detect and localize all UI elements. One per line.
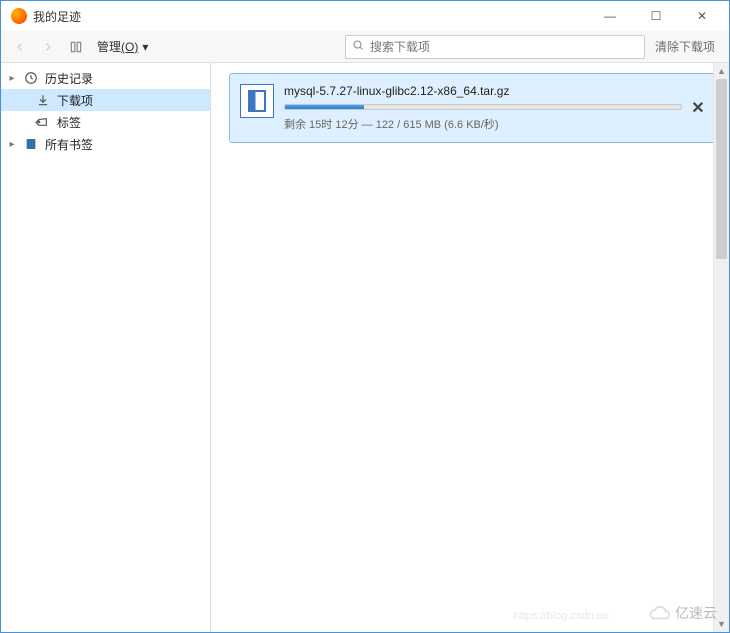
toolbar: 管理(O) ▾ 清除下载项	[1, 31, 729, 63]
chevron-down-icon: ▾	[142, 40, 148, 54]
back-button[interactable]	[7, 34, 33, 60]
clear-downloads-button[interactable]: 清除下载项	[647, 38, 723, 55]
vertical-scrollbar[interactable]: ▲ ▼	[713, 63, 729, 632]
arrow-right-icon	[41, 40, 55, 54]
clock-icon	[23, 70, 39, 86]
window-controls: — ☐ ✕	[587, 1, 725, 31]
search-icon	[352, 39, 364, 54]
sidebar-item-tags[interactable]: 标签	[1, 111, 210, 133]
sidebar: ▸ 历史记录 下载项 标签 ▸ 所有书签	[1, 63, 211, 632]
sidebar-item-label: 所有书签	[45, 136, 93, 153]
organize-label: 管理(O)	[97, 38, 138, 55]
download-status: 剩余 15时 12分 — 122 / 615 MB (6.6 KB/秒)	[284, 116, 682, 132]
arrow-left-icon	[13, 40, 27, 54]
search-box[interactable]	[345, 35, 645, 59]
content-area: mysql-5.7.27-linux-glibc2.12-x86_64.tar.…	[211, 63, 729, 632]
maximize-button[interactable]: ☐	[633, 1, 679, 31]
scroll-down-icon[interactable]: ▼	[714, 616, 729, 632]
minimize-button[interactable]: —	[587, 1, 633, 31]
sidebar-item-bookmarks[interactable]: ▸ 所有书签	[1, 133, 210, 155]
bookmark-icon	[23, 136, 39, 152]
organize-menu-button[interactable]: 管理(O) ▾	[91, 34, 154, 60]
download-item[interactable]: mysql-5.7.27-linux-glibc2.12-x86_64.tar.…	[229, 73, 719, 143]
scroll-thumb[interactable]	[716, 79, 727, 259]
download-icon	[35, 92, 51, 108]
organize-icon	[69, 40, 83, 54]
cancel-download-button[interactable]: ✕	[688, 98, 708, 118]
forward-button[interactable]	[35, 34, 61, 60]
main-body: ▸ 历史记录 下载项 标签 ▸ 所有书签	[1, 63, 729, 632]
sidebar-item-label: 下载项	[57, 92, 93, 109]
download-filename: mysql-5.7.27-linux-glibc2.12-x86_64.tar.…	[284, 84, 682, 98]
search-input[interactable]	[370, 40, 638, 54]
expand-icon: ▸	[7, 139, 17, 150]
sidebar-item-downloads[interactable]: 下载项	[1, 89, 210, 111]
sidebar-item-history[interactable]: ▸ 历史记录	[1, 67, 210, 89]
titlebar: 我的足迹 — ☐ ✕	[1, 1, 729, 31]
scroll-up-icon[interactable]: ▲	[714, 63, 729, 79]
organize-icon-button[interactable]	[63, 34, 89, 60]
download-info: mysql-5.7.27-linux-glibc2.12-x86_64.tar.…	[284, 84, 682, 132]
progress-bar-fill	[285, 105, 364, 109]
expand-icon: ▸	[7, 73, 17, 84]
sidebar-item-label: 历史记录	[45, 70, 93, 87]
close-button[interactable]: ✕	[679, 1, 725, 31]
progress-bar-track	[284, 104, 682, 110]
file-icon	[240, 84, 274, 118]
firefox-icon	[11, 8, 27, 24]
sidebar-item-label: 标签	[57, 114, 81, 131]
window-title: 我的足迹	[33, 8, 81, 25]
tag-icon	[32, 111, 55, 134]
